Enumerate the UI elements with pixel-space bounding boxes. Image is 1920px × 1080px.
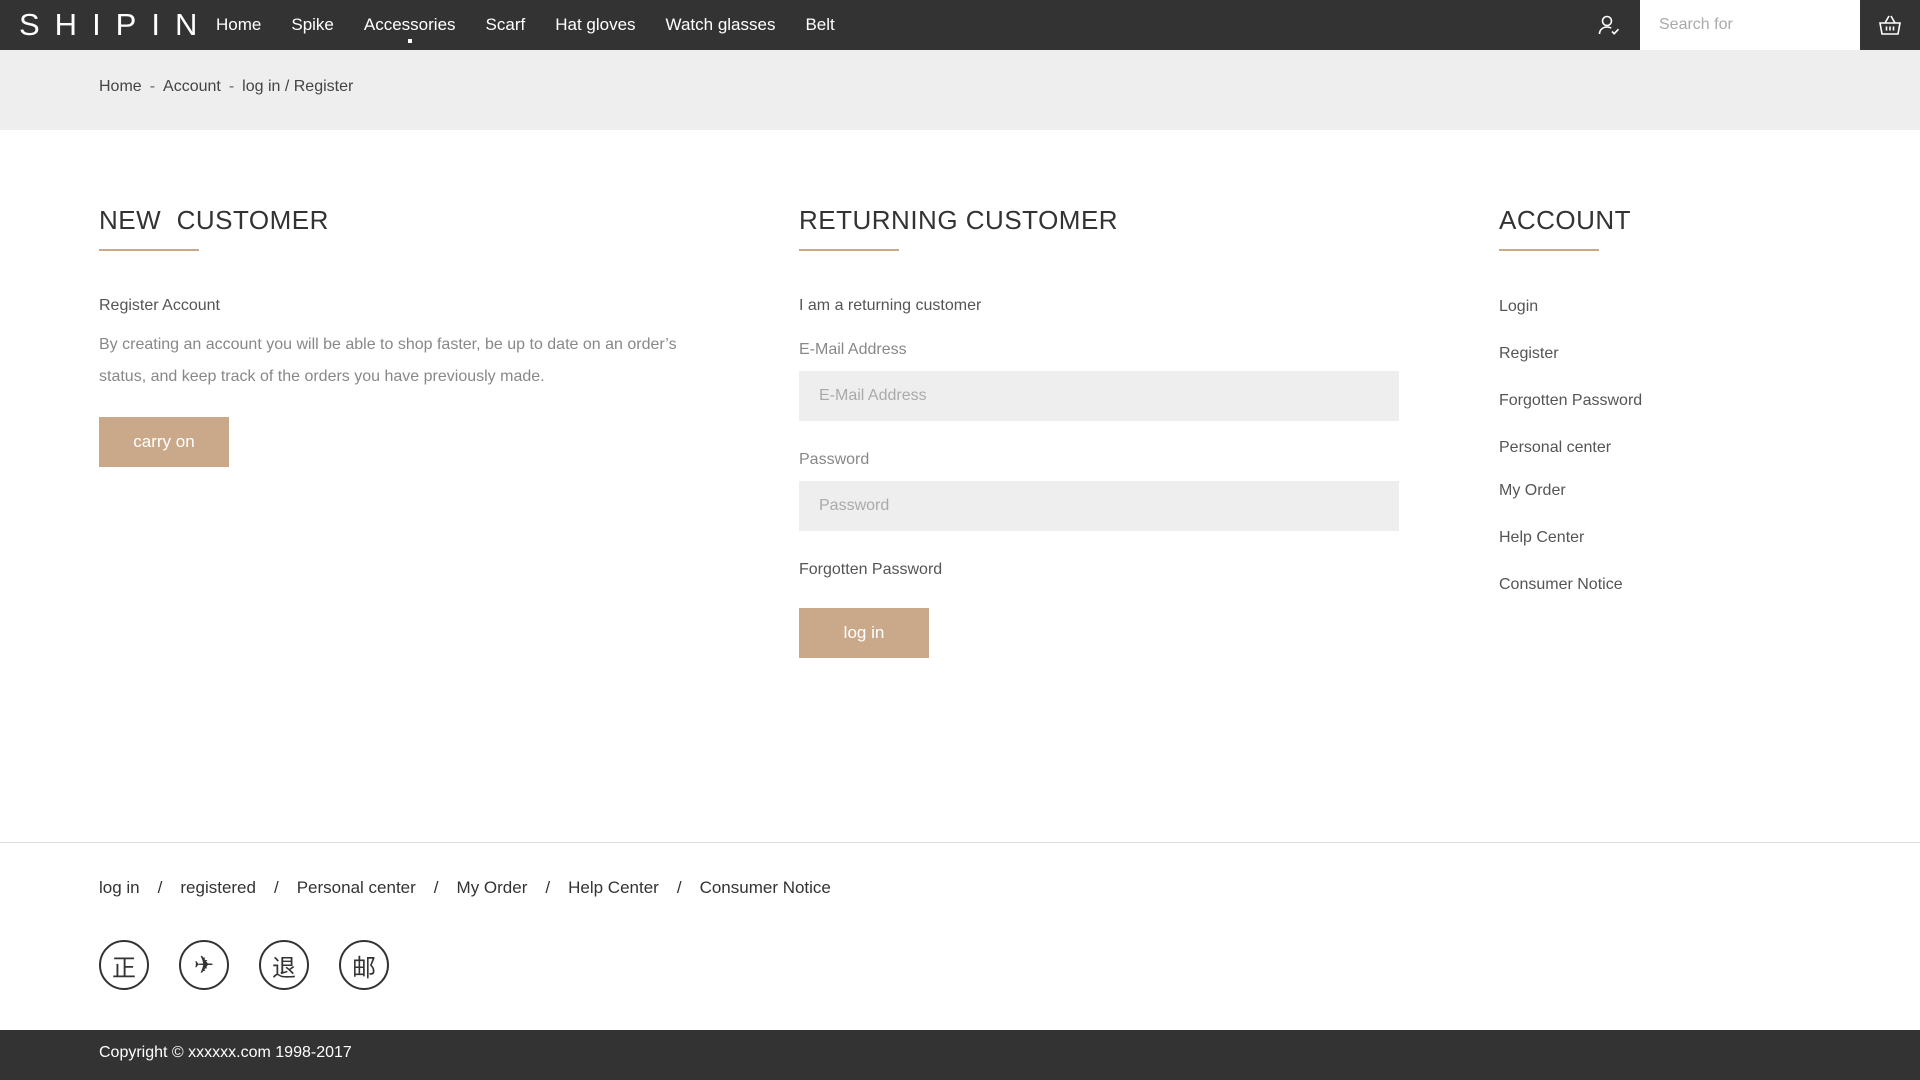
account-title: ACCOUNT <box>1499 205 1632 235</box>
copyright-text: Copyright © xxxxxx.com 1998-2017 <box>99 1044 352 1061</box>
description-line: status, and keep track of the orders you… <box>99 368 545 385</box>
carry-on-button[interactable]: carry on <box>99 417 229 467</box>
footer-separator: / <box>157 878 163 897</box>
email-label: E-Mail Address <box>799 341 907 358</box>
email-field[interactable] <box>799 371 1399 421</box>
forgotten-password-link[interactable]: Forgotten Password <box>799 561 1399 579</box>
service-badges: 正 ✈ 退 邮 <box>99 940 419 990</box>
breadcrumb-separator: - <box>228 78 235 95</box>
title-underline <box>799 249 899 251</box>
footer-separator: / <box>676 878 682 897</box>
account-link-login[interactable]: Login <box>1499 297 1642 317</box>
new-customer-title: NEW CUSTOMER <box>99 205 329 235</box>
password-label: Password <box>799 451 870 468</box>
footer-links: log in / registered / Personal center / … <box>99 878 831 898</box>
return-badge-icon: 退 <box>259 940 309 990</box>
account-section: ACCOUNT Login Register Forgotten Passwor… <box>1499 200 1642 595</box>
returning-customer-title: RETURNING CUSTOMER <box>799 205 1119 235</box>
basket-icon[interactable] <box>1860 0 1920 50</box>
nav-item-watch-glasses[interactable]: Watch glasses <box>666 0 776 50</box>
footer-link-help-center[interactable]: Help Center <box>568 878 659 898</box>
breadcrumb-separator: - <box>149 78 156 95</box>
account-link-help-center[interactable]: Help Center <box>1499 528 1642 548</box>
footer-link-personal-center[interactable]: Personal center <box>297 878 416 898</box>
breadcrumb: Home - Account - log in / Register <box>99 78 353 96</box>
account-links: Login Register Forgotten Password Person… <box>1499 297 1642 595</box>
top-navbar: SHIPIN Home Spike Accessories Scarf Hat … <box>0 0 1920 50</box>
nav-item-spike[interactable]: Spike <box>291 0 334 50</box>
nav-item-home[interactable]: Home <box>216 0 261 50</box>
returning-customer-section: RETURNING CUSTOMER I am a returning cust… <box>799 200 1399 658</box>
account-link-forgotten-password[interactable]: Forgotten Password <box>1499 391 1642 411</box>
register-account-label: Register Account <box>99 297 220 314</box>
account-link-consumer-notice[interactable]: Consumer Notice <box>1499 575 1642 595</box>
title-underline <box>99 249 199 251</box>
footer-separator: / <box>433 878 439 897</box>
breadcrumb-home[interactable]: Home <box>99 78 142 96</box>
footer-divider <box>0 842 1920 843</box>
account-link-register[interactable]: Register <box>1499 344 1642 364</box>
paper-plane-badge-icon: ✈ <box>179 940 229 990</box>
footer-link-registered[interactable]: registered <box>180 878 256 898</box>
copyright-bar: Copyright © xxxxxx.com 1998-2017 <box>0 1030 1920 1080</box>
nav-item-scarf[interactable]: Scarf <box>486 0 526 50</box>
password-field[interactable] <box>799 481 1399 531</box>
nav-item-accessories[interactable]: Accessories <box>364 0 456 50</box>
breadcrumb-current: log in / Register <box>242 78 354 95</box>
footer-link-login[interactable]: log in <box>99 878 140 898</box>
account-link-personal-center[interactable]: Personal center <box>1499 438 1642 458</box>
description-line: By creating an account you will be able … <box>99 336 677 353</box>
genuine-badge-icon: 正 <box>99 940 149 990</box>
user-icon[interactable] <box>1597 13 1621 37</box>
title-underline <box>1499 249 1599 251</box>
footer-link-my-order[interactable]: My Order <box>457 878 528 898</box>
site-logo[interactable]: SHIPIN <box>19 6 212 44</box>
footer-separator: / <box>545 878 551 897</box>
footer-separator: / <box>273 878 279 897</box>
returning-customer-label: I am a returning customer <box>799 297 982 314</box>
nav-item-hat-gloves[interactable]: Hat gloves <box>555 0 635 50</box>
search-input[interactable] <box>1640 0 1860 50</box>
new-customer-section: NEW CUSTOMER Register Account By creatin… <box>99 200 719 467</box>
register-description: By creating an account you will be able … <box>99 329 719 393</box>
postage-badge-icon: 邮 <box>339 940 389 990</box>
login-button[interactable]: log in <box>799 608 929 658</box>
account-link-my-order[interactable]: My Order <box>1499 481 1642 501</box>
breadcrumb-bar: Home - Account - log in / Register <box>0 50 1920 130</box>
footer-link-consumer-notice[interactable]: Consumer Notice <box>700 878 831 898</box>
breadcrumb-account[interactable]: Account <box>163 78 221 96</box>
nav-item-belt[interactable]: Belt <box>805 0 834 50</box>
main-nav: Home Spike Accessories Scarf Hat gloves … <box>216 0 865 50</box>
